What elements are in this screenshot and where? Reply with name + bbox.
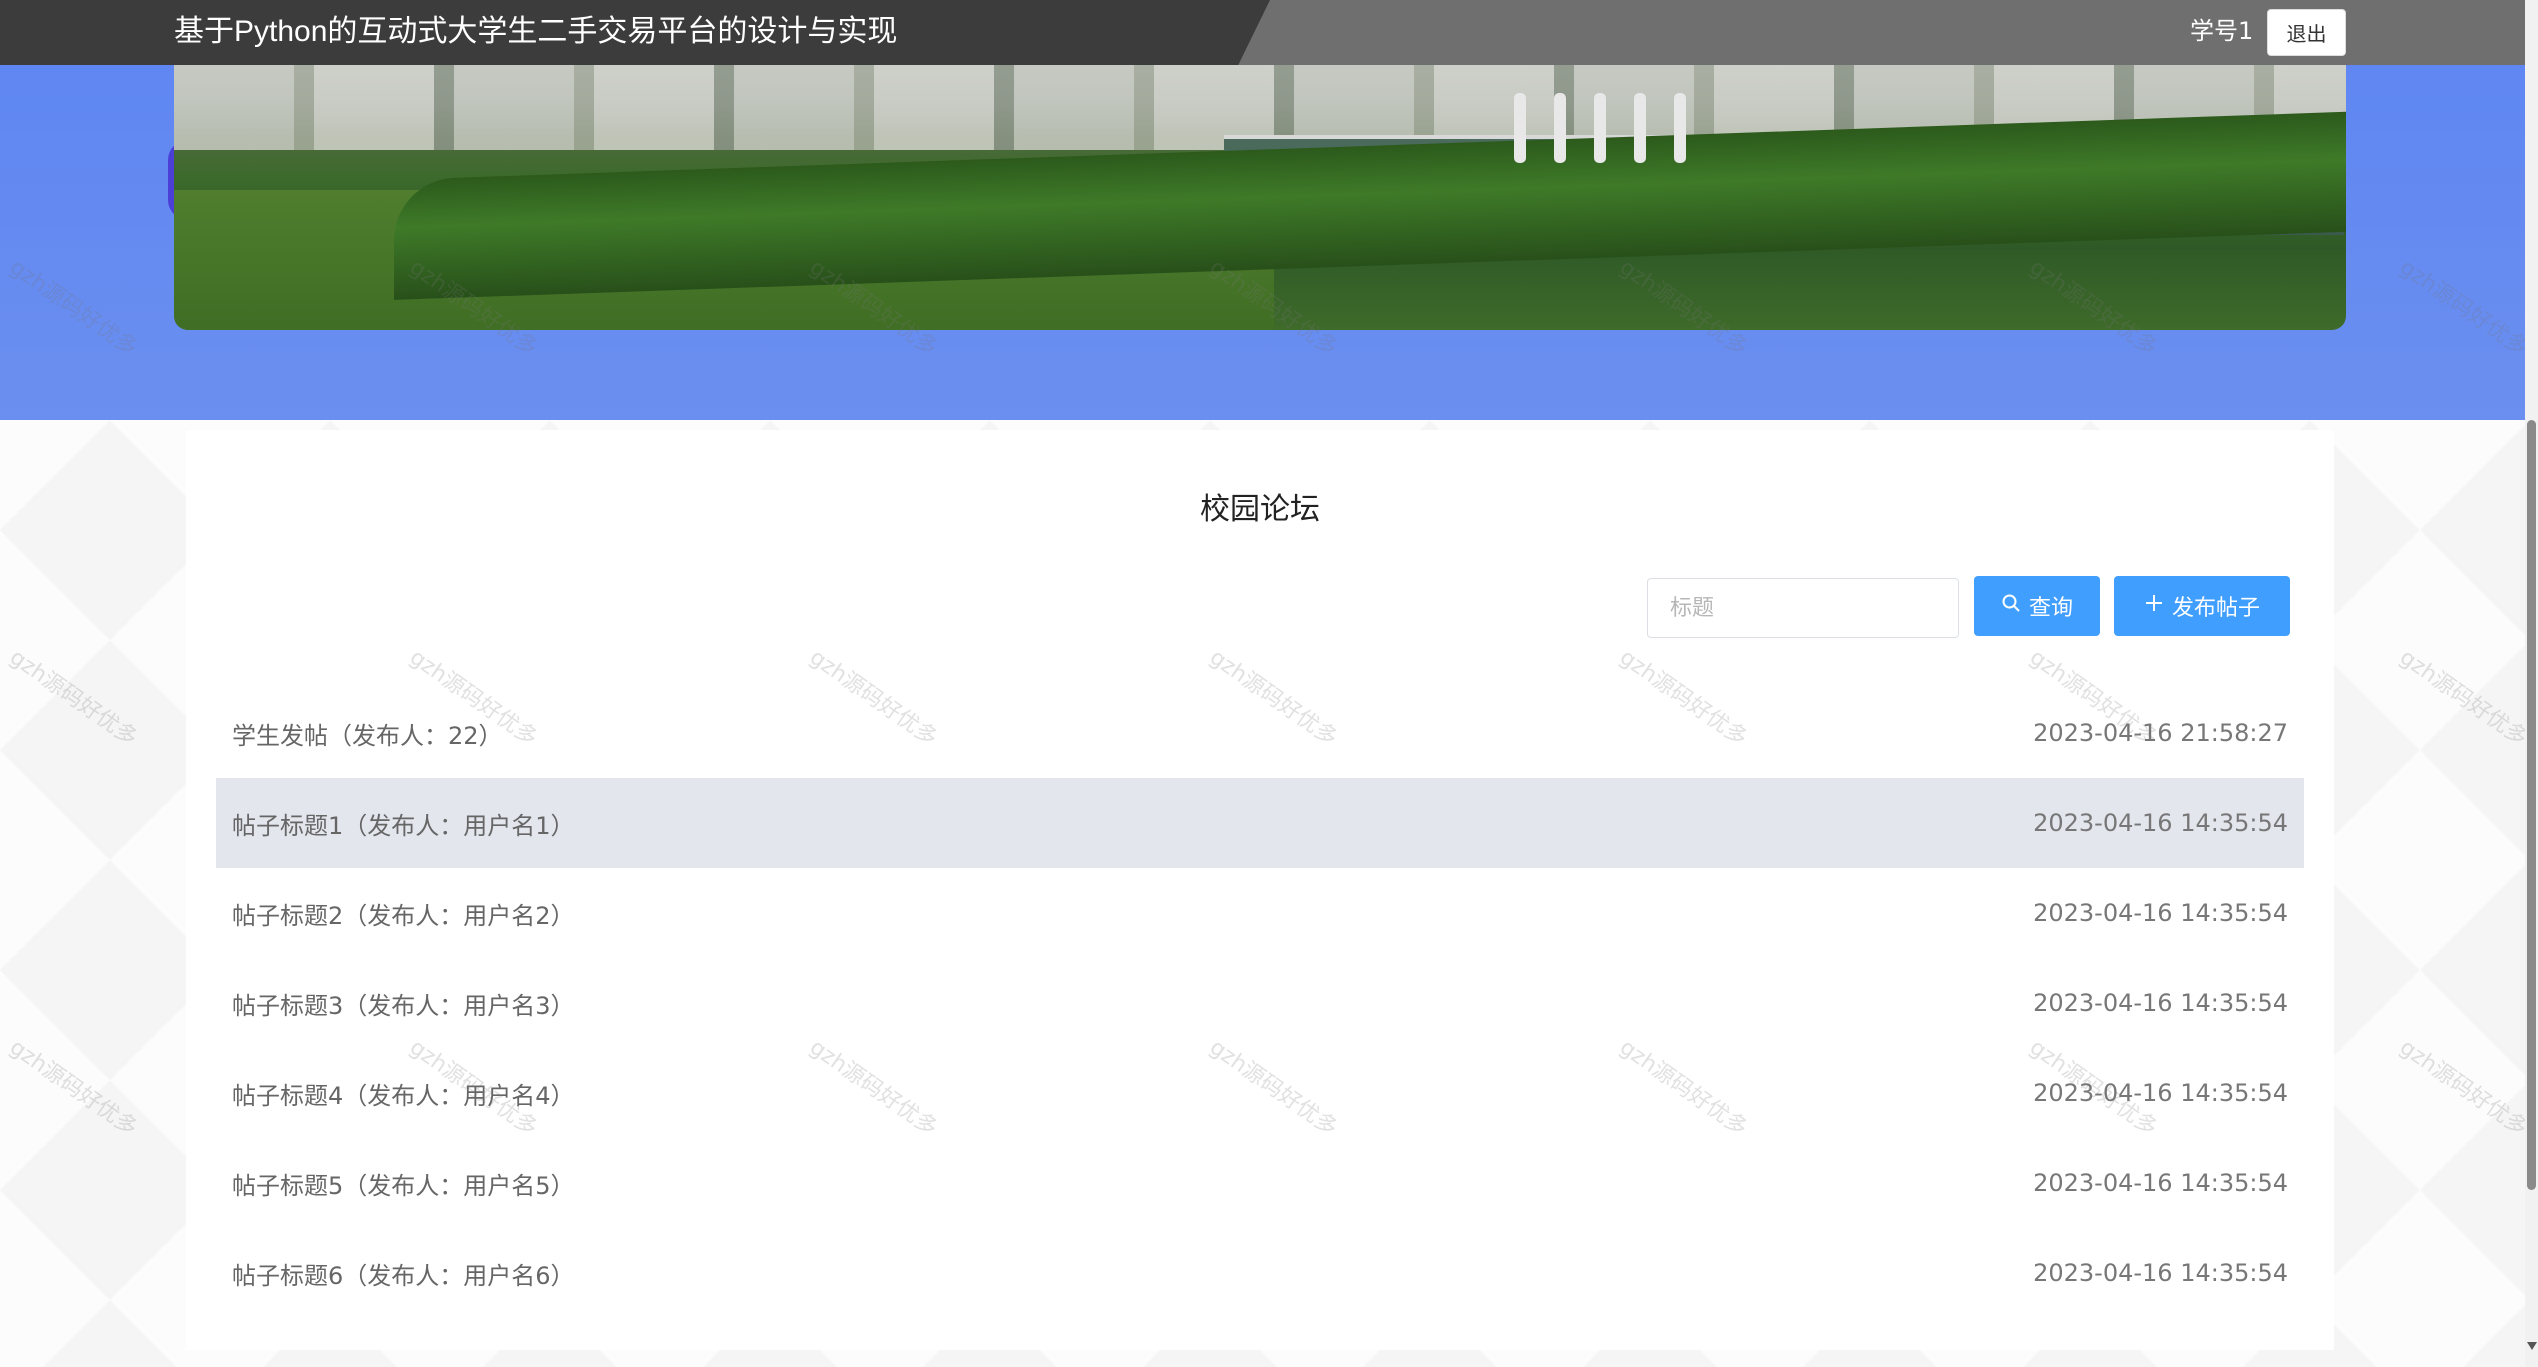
current-user-name: 学号1 bbox=[2190, 17, 2254, 45]
publish-post-button[interactable]: 发布帖子 bbox=[2114, 576, 2290, 636]
post-row[interactable]: 帖子标题4（发布人：用户名4） 2023-04-16 14:35:54 bbox=[216, 1048, 2304, 1138]
post-title: 帖子标题5（发布人：用户名5） bbox=[232, 1171, 575, 1200]
post-time: 2023-04-16 14:35:54 bbox=[2033, 809, 2288, 837]
page: 基于Python的互动式大学生二手交易平台的设计与实现 学号1 退出 校园论坛 … bbox=[0, 0, 2538, 1367]
carousel-image-person bbox=[1634, 93, 1646, 163]
post-list: 学生发帖（发布人：22） 2023-04-16 21:58:27 帖子标题1（发… bbox=[216, 688, 2304, 1318]
scroll-down-arrow-icon[interactable] bbox=[2527, 1342, 2537, 1350]
logout-button[interactable]: 退出 bbox=[2267, 9, 2346, 56]
post-title: 帖子标题4（发布人：用户名4） bbox=[232, 1081, 575, 1110]
forum-panel: 校园论坛 查询 发布帖子 学生发帖（发布人：22） 2023-04-16 21:… bbox=[186, 430, 2334, 1350]
post-time: 2023-04-16 14:35:54 bbox=[2033, 1259, 2288, 1287]
carousel-image-person bbox=[1674, 93, 1686, 163]
carousel-image[interactable] bbox=[174, 55, 2346, 330]
search-icon bbox=[2001, 593, 2021, 619]
carousel-image-person bbox=[1554, 93, 1566, 163]
scrollbar-thumb[interactable] bbox=[2527, 420, 2536, 1190]
post-row[interactable]: 学生发帖（发布人：22） 2023-04-16 21:58:27 bbox=[216, 688, 2304, 778]
top-header: 基于Python的互动式大学生二手交易平台的设计与实现 学号1 退出 bbox=[0, 0, 2525, 65]
carousel-image-person bbox=[1514, 93, 1526, 163]
search-button[interactable]: 查询 bbox=[1974, 576, 2100, 636]
site-title: 基于Python的互动式大学生二手交易平台的设计与实现 bbox=[174, 15, 898, 48]
post-time: 2023-04-16 14:35:54 bbox=[2033, 1169, 2288, 1197]
post-row[interactable]: 帖子标题6（发布人：用户名6） 2023-04-16 14:35:54 bbox=[216, 1228, 2304, 1318]
carousel-image-person bbox=[1594, 93, 1606, 163]
post-time: 2023-04-16 14:35:54 bbox=[2033, 989, 2288, 1017]
search-button-label: 查询 bbox=[2028, 596, 2073, 621]
post-title: 学生发帖（发布人：22） bbox=[232, 721, 503, 750]
title-search-input[interactable] bbox=[1647, 578, 1959, 638]
post-time: 2023-04-16 14:35:54 bbox=[2033, 1079, 2288, 1107]
post-row[interactable]: 帖子标题2（发布人：用户名2） 2023-04-16 14:35:54 bbox=[216, 868, 2304, 958]
post-time: 2023-04-16 21:58:27 bbox=[2033, 719, 2288, 747]
post-title: 帖子标题6（发布人：用户名6） bbox=[232, 1261, 575, 1290]
post-title: 帖子标题3（发布人：用户名3） bbox=[232, 991, 575, 1020]
post-row[interactable]: 帖子标题3（发布人：用户名3） 2023-04-16 14:35:54 bbox=[216, 958, 2304, 1048]
post-title: 帖子标题2（发布人：用户名2） bbox=[232, 901, 575, 930]
publish-post-button-label: 发布帖子 bbox=[2171, 596, 2260, 621]
post-title: 帖子标题1（发布人：用户名1） bbox=[232, 811, 575, 840]
forum-title: 校园论坛 bbox=[1200, 492, 1320, 527]
plus-icon bbox=[2144, 593, 2164, 619]
post-row[interactable]: 帖子标题5（发布人：用户名5） 2023-04-16 14:35:54 bbox=[216, 1138, 2304, 1228]
post-row[interactable]: 帖子标题1（发布人：用户名1） 2023-04-16 14:35:54 bbox=[216, 778, 2304, 868]
post-time: 2023-04-16 14:35:54 bbox=[2033, 899, 2288, 927]
